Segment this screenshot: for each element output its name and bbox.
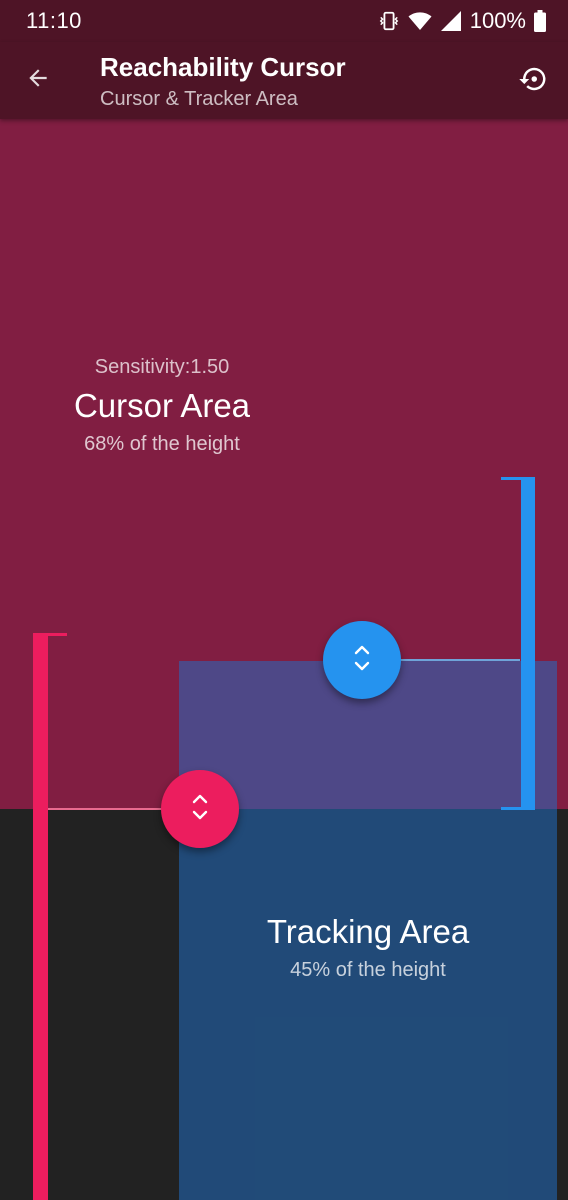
signal-icon bbox=[440, 10, 462, 32]
tracking-area-info: Tracking Area 45% of the height bbox=[179, 910, 557, 984]
wifi-icon bbox=[408, 10, 432, 32]
cursor-area-resize-handle[interactable] bbox=[161, 770, 239, 848]
page-title: Reachability Cursor bbox=[100, 52, 346, 82]
arrow-back-icon bbox=[25, 65, 51, 96]
status-time: 11:10 bbox=[26, 8, 82, 33]
battery-icon bbox=[534, 10, 546, 32]
app-bar: Reachability Cursor Cursor & Tracker Are… bbox=[0, 42, 568, 119]
vibrate-icon bbox=[378, 10, 400, 32]
restore-icon bbox=[518, 64, 548, 99]
page-subtitle: Cursor & Tracker Area bbox=[100, 88, 298, 110]
resize-vertical-icon bbox=[191, 793, 209, 826]
tracking-area-resize-handle[interactable] bbox=[323, 621, 401, 699]
sensitivity-label: Sensitivity:1.50 bbox=[94, 356, 230, 378]
status-bar: 11:10 100% bbox=[0, 0, 568, 42]
cursor-height-bracket bbox=[33, 633, 67, 1200]
cursor-area-title: Cursor Area bbox=[73, 387, 251, 424]
status-icons: 100% bbox=[378, 6, 546, 36]
tracking-area-height: 45% of the height bbox=[290, 959, 446, 981]
battery-percent: 100% bbox=[469, 8, 526, 33]
tracking-height-bracket bbox=[501, 477, 535, 810]
resize-vertical-icon bbox=[353, 644, 371, 677]
back-button[interactable] bbox=[20, 62, 56, 98]
cursor-area-info: Sensitivity:1.50 Cursor Area 68% of the … bbox=[40, 354, 284, 458]
cursor-area-height: 68% of the height bbox=[84, 433, 240, 455]
tracking-area-title: Tracking Area bbox=[266, 913, 470, 950]
reset-button[interactable] bbox=[514, 62, 552, 100]
